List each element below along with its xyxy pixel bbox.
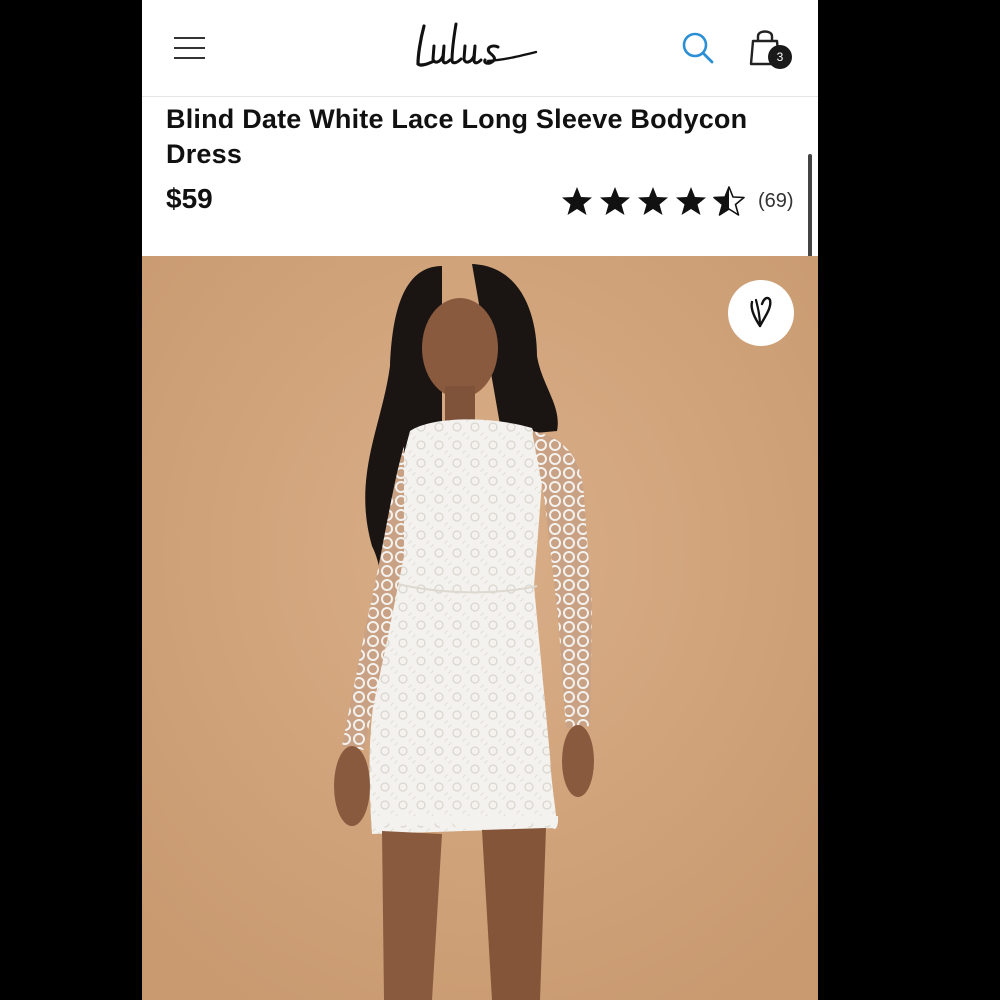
- cart-count-badge: 3: [768, 45, 792, 69]
- search-button[interactable]: [680, 30, 716, 66]
- product-rating[interactable]: (69): [560, 184, 794, 218]
- heart-icon: [750, 296, 772, 328]
- menu-line: [174, 47, 205, 49]
- favorite-button[interactable]: [728, 280, 794, 346]
- product-price: $59: [166, 183, 213, 214]
- site-header: 3: [142, 0, 818, 97]
- model-photo: [142, 256, 818, 1000]
- app-screen: 3 Blind Date White Lace Long Sleeve Body…: [142, 0, 818, 1000]
- menu-line: [174, 37, 205, 39]
- product-title: Blind Date White Lace Long Sleeve Bodyco…: [166, 104, 748, 169]
- half-star-icon: [713, 186, 745, 216]
- menu-line: [174, 57, 205, 59]
- star-icon: [562, 187, 592, 215]
- star-icon: [676, 187, 706, 215]
- star-icon: [638, 187, 668, 215]
- star-icon: [600, 187, 630, 215]
- brand-logo[interactable]: [412, 16, 542, 76]
- menu-button[interactable]: [170, 30, 210, 66]
- rating-count[interactable]: (69): [758, 190, 794, 213]
- search-icon: [682, 32, 714, 64]
- product-image[interactable]: [142, 256, 818, 1000]
- rating-stars: [560, 185, 750, 217]
